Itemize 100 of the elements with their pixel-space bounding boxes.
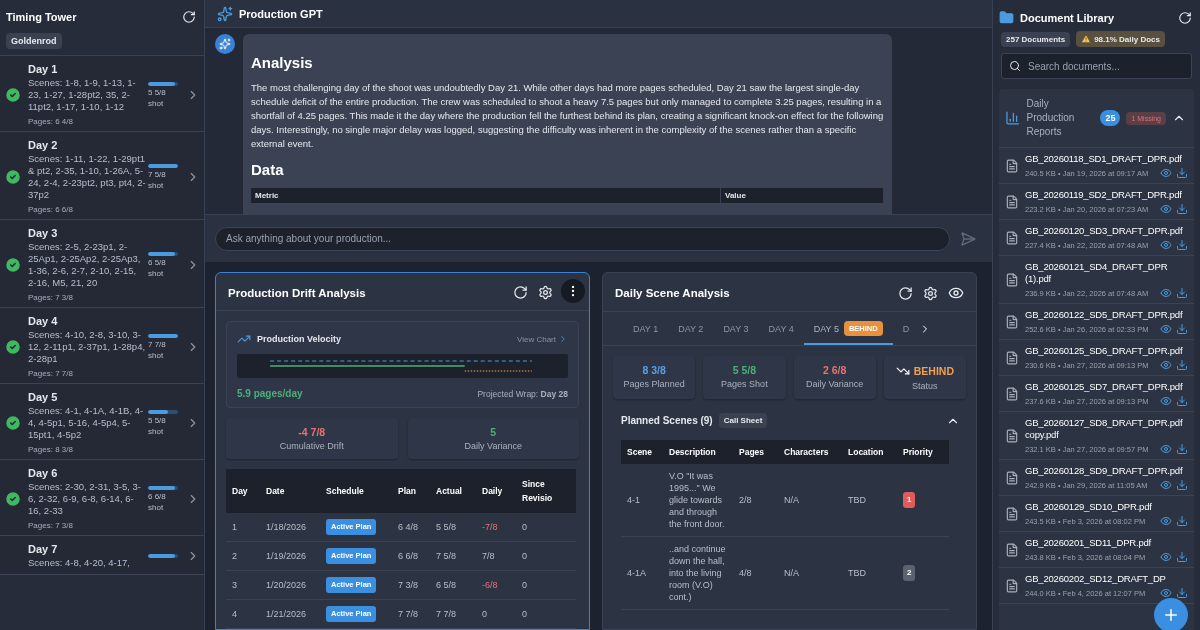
table-cell: 6 4/8 [392,513,430,542]
file-name[interactable]: GB_20260128_SD9_DRAFT_DPR.pdf [1025,465,1188,477]
panel-title: Daily Scene Analysis [615,287,730,299]
send-button[interactable] [960,230,976,247]
day-tab[interactable]: D [892,314,920,343]
download-icon[interactable] [1176,359,1188,371]
download-icon[interactable] [1176,239,1188,251]
stat-label: Cumulative Drift [279,441,344,451]
table-cell: 2/8 [733,464,778,537]
column-header: Actual [430,469,476,513]
pages-count: Pages: 7 7/8 [28,369,74,378]
eye-icon[interactable] [1160,515,1172,527]
priority-badge: 2 [903,565,916,581]
eye-icon[interactable] [1160,167,1172,179]
refresh-button[interactable] [898,285,913,301]
eye-icon[interactable] [1160,479,1172,491]
table-cell: 7 5/8 [430,541,476,571]
table-cell: 7 7/8 [430,599,476,629]
day-tab[interactable]: DAY 4 [758,314,804,343]
table-cell: 1/19/2026 [260,541,320,571]
file-name[interactable]: GB_20260125_SD6_DRAFT_DPR.pdf [1025,345,1188,357]
shot-label: shot [148,502,165,512]
file-name[interactable]: GB_20260127_SD8_DRAFT_DPR.pdf copy.pdf [1025,417,1188,441]
day-title: Day 6 [28,467,59,479]
day-tab[interactable]: DAY 2 [668,314,714,343]
file-name[interactable]: GB_20260118_SD1_DRAFT_DPR.pdf [1025,153,1188,165]
eye-icon[interactable] [1160,287,1172,299]
eye-icon[interactable] [1160,323,1172,335]
pages-count: Pages: 7 3/8 [28,521,74,530]
shot-label: shot [148,268,165,278]
warning-badge: 98.1% Daily Docs [1076,31,1165,47]
download-icon[interactable] [1176,167,1188,179]
file-icon [1005,471,1019,485]
eye-icon[interactable] [1160,203,1172,215]
table-cell: 1 [226,513,260,542]
file-name[interactable]: GB_20260201_SD11_DPR.pdf [1025,537,1188,549]
document-count: 257 Documents [1001,31,1071,47]
download-icon[interactable] [1176,203,1188,215]
pages-count: Pages: 8 3/8 [28,445,74,454]
scene-list: Scenes: 1-8, 1-9, 1-13, 1-23, 1-27, 1-28pt2, 35, 2-11pt2, 1-17, 1-10, 1-12 [28,77,146,113]
file-name[interactable]: GB_20260125_SD7_DRAFT_DPR.pdf [1025,381,1188,393]
file-name[interactable]: GB_20260121_SD4_DRAFT_DPR (1).pdf [1025,261,1188,285]
stat-value: 2 6/8 [822,364,847,376]
stat-label: Pages Planned [623,379,685,389]
file-icon [1005,579,1019,593]
table-cell: N/A [778,536,842,610]
eye-icon[interactable] [1160,551,1172,563]
table-cell: 1/20/2026 [260,570,320,600]
eye-icon[interactable] [1160,443,1172,455]
file-name[interactable]: GB_20260202_SD12_DRAFT_DP [1025,573,1188,585]
file-icon [1005,159,1019,173]
settings-button[interactable] [923,285,938,301]
download-icon[interactable] [1176,443,1188,455]
shot-count: 5 5/8 [148,415,167,425]
message-heading: Data [251,161,285,178]
eye-icon[interactable] [1160,359,1172,371]
download-icon[interactable] [1176,551,1188,563]
eye-icon[interactable] [1160,587,1172,599]
message-heading: Analysis [251,54,314,71]
view-chart-link[interactable]: View Chart [517,334,556,344]
shot-label: shot [148,426,165,436]
shot-count: 6 6/8 [148,491,167,501]
download-icon[interactable] [1176,323,1188,335]
download-icon[interactable] [1176,395,1188,407]
stat-value: 5 [490,426,497,438]
table-cell: 6 6/8 [392,541,430,571]
file-icon [1005,231,1019,245]
file-name[interactable]: GB_20260119_SD2_DRAFT_DPR.pdf [1025,189,1188,201]
eye-icon[interactable] [1160,395,1172,407]
table-header: Metric [251,188,721,203]
column-header: Since Revisio [516,469,576,513]
shot-label: shot [148,180,165,190]
column-header: Schedule [320,469,392,513]
file-icon [1005,315,1019,329]
eye-button[interactable] [948,285,964,301]
refresh-button[interactable] [1178,10,1192,25]
file-name[interactable]: GB_20260129_SD10_DPR.pdf [1025,501,1188,513]
file-icon [1005,195,1019,209]
download-icon[interactable] [1176,587,1188,599]
sparkle-icon [217,5,233,22]
file-name[interactable]: GB_20260122_SD5_DRAFT_DPR.pdf [1025,309,1188,321]
column-header: Location [842,440,897,464]
refresh-button[interactable] [513,285,528,300]
day-title: Day 2 [28,139,59,151]
file-name[interactable]: GB_20260120_SD3_DRAFT_DPR.pdf [1025,225,1188,237]
refresh-button[interactable] [182,10,196,24]
stat-label: Pages Shot [721,379,768,389]
eye-icon[interactable] [1160,239,1172,251]
day-tab[interactable]: DAY 1 [623,314,669,343]
day-tab[interactable]: DAY 3 [713,314,759,343]
search-field[interactable]: Search documents... [1001,53,1192,79]
table-cell: TBD [842,536,897,610]
download-icon[interactable] [1176,287,1188,299]
download-icon[interactable] [1176,515,1188,527]
settings-button[interactable] [538,285,553,300]
download-icon[interactable] [1176,479,1188,491]
more-button[interactable] [561,279,585,303]
chat-input[interactable]: Ask anything about your production... [215,226,950,251]
stat-label: Status [912,381,938,391]
table-cell: 5 5/8 [430,513,476,542]
